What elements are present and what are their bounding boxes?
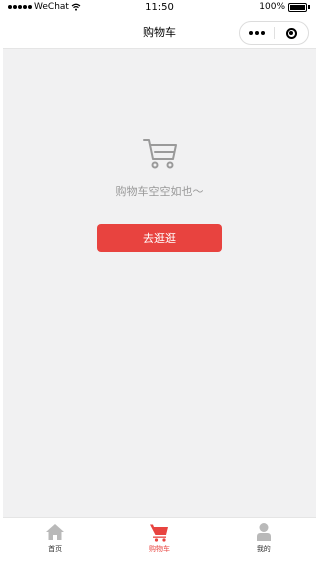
close-icon[interactable] xyxy=(275,27,309,39)
empty-cart-message: 购物车空空如也～ xyxy=(115,185,204,198)
tab-bar: 首页 购物车 我的 xyxy=(3,517,316,556)
user-icon xyxy=(256,523,271,541)
cart-icon xyxy=(150,524,169,542)
battery-status: 100% xyxy=(259,2,310,12)
status-bar: WeChat 11:50 100% xyxy=(3,0,316,16)
tab-cart-label: 购物车 xyxy=(148,545,170,553)
home-icon xyxy=(46,524,65,540)
more-icon[interactable] xyxy=(240,31,274,35)
app-screen: WeChat 11:50 100% 购物车 购物车空空如也～ 去逛逛 首页 购物… xyxy=(3,0,316,556)
tab-home-label: 首页 xyxy=(48,545,63,553)
empty-cart-state: 购物车空空如也～ xyxy=(3,133,316,199)
tab-cart[interactable]: 购物车 xyxy=(107,518,211,556)
mini-program-capsule xyxy=(239,21,309,45)
empty-cart-icon xyxy=(142,139,177,169)
go-shopping-button[interactable]: 去逛逛 xyxy=(97,224,222,252)
tab-profile[interactable]: 我的 xyxy=(212,518,316,556)
tab-home[interactable]: 首页 xyxy=(3,518,107,556)
navigation-bar: 购物车 xyxy=(3,16,316,49)
battery-percent: 100% xyxy=(259,2,285,12)
battery-icon xyxy=(288,2,307,12)
tab-profile-label: 我的 xyxy=(256,545,271,553)
